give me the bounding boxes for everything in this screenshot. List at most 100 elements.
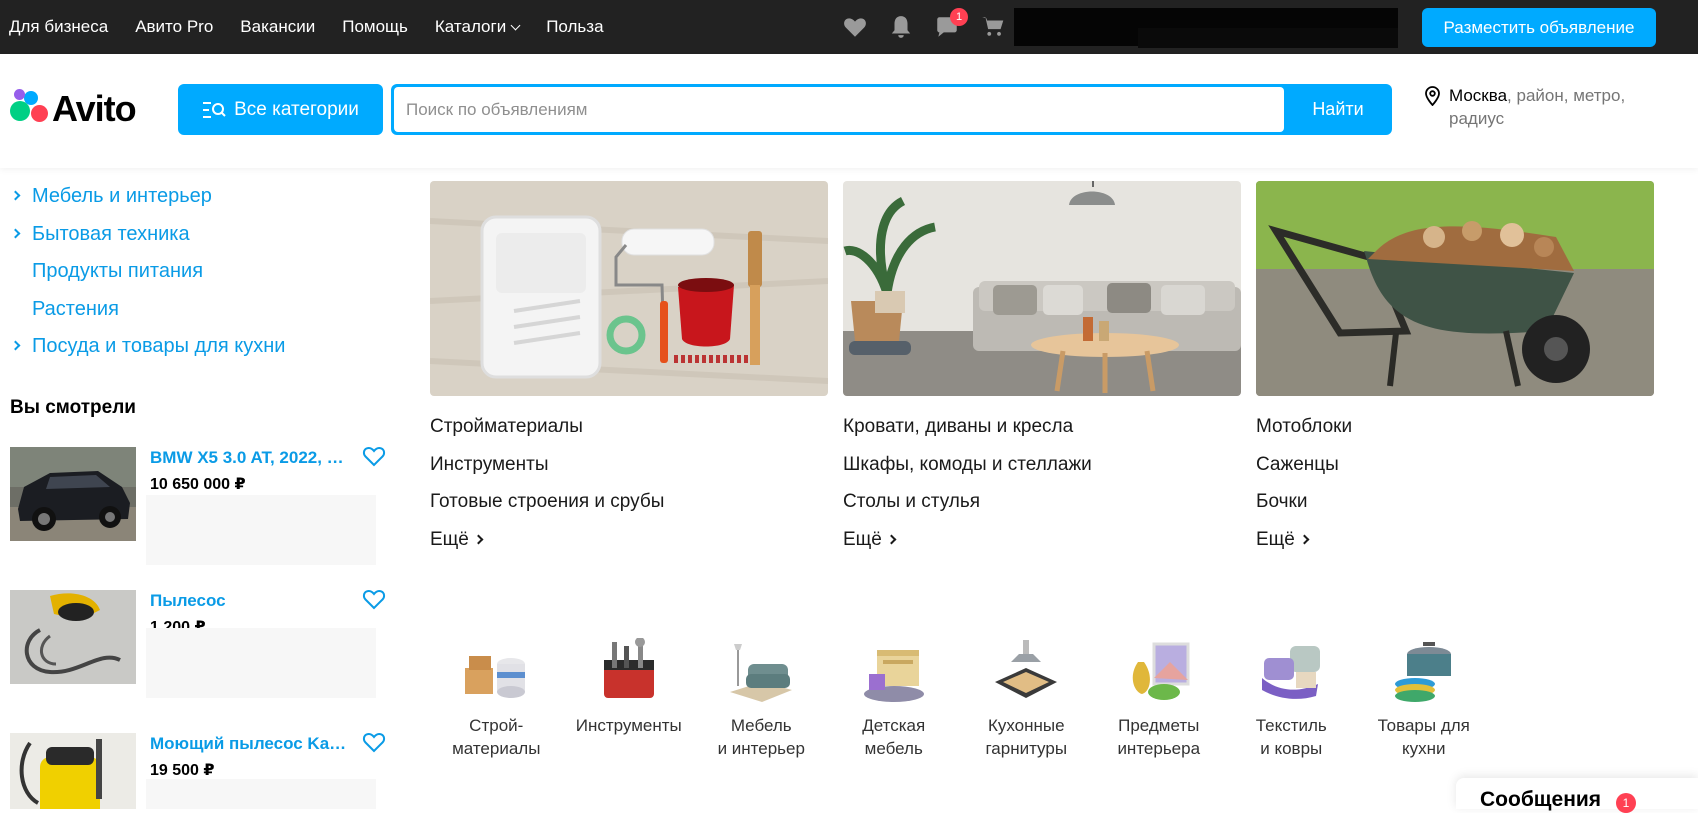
all-categories-button[interactable]: Все категории bbox=[178, 84, 383, 135]
subcategory-link[interactable]: Мотоблоки bbox=[1256, 416, 1654, 454]
furniture-icon bbox=[725, 636, 797, 706]
garden-banner-image[interactable] bbox=[1256, 181, 1654, 396]
topnav-business-link[interactable]: Для бизнеса bbox=[9, 17, 108, 37]
icon-category-kids-furniture[interactable]: Детская мебель bbox=[828, 636, 961, 760]
post-ad-button[interactable]: Разместить объявление bbox=[1422, 8, 1656, 47]
viewed-item[interactable]: Моющий пылесос Ka… 19 500 ₽ bbox=[10, 733, 386, 809]
sidebar-item-kitchenware[interactable]: Посуда и товары для кухни bbox=[10, 328, 285, 366]
furniture-banner-image[interactable] bbox=[843, 181, 1241, 396]
search-button[interactable]: Найти bbox=[1284, 84, 1392, 135]
icon-category-label: Кухонные гарнитуры bbox=[985, 716, 1068, 758]
chevron-right-icon bbox=[10, 228, 21, 239]
sidebar-item-appliances[interactable]: Бытовая техника bbox=[10, 216, 285, 254]
top-nav: Для бизнеса Авито Pro Вакансии Помощь Ка… bbox=[0, 0, 631, 54]
subcategory-link[interactable]: Саженцы bbox=[1256, 454, 1654, 492]
favorite-heart-icon[interactable] bbox=[362, 731, 388, 755]
avito-logo-dots-icon bbox=[10, 89, 50, 129]
messages-count-badge: 1 bbox=[1616, 793, 1636, 813]
location-pin-icon bbox=[1425, 86, 1440, 106]
links-column: Стройматериалы Инструменты Готовые строе… bbox=[430, 416, 828, 551]
topnav-help-link[interactable]: Помощь bbox=[342, 17, 408, 37]
viewed-item[interactable]: Пылесос 1 200 ₽ bbox=[10, 590, 386, 710]
links-column: Кровати, диваны и кресла Шкафы, комоды и… bbox=[843, 416, 1241, 551]
more-link[interactable]: Ещё bbox=[430, 529, 828, 551]
topnav-pro-link[interactable]: Авито Pro bbox=[135, 17, 213, 37]
icon-category-label: Строй- материалы bbox=[452, 716, 541, 758]
cookware-icon bbox=[1388, 636, 1460, 706]
viewed-section-title: Вы смотрели bbox=[10, 397, 136, 418]
icon-category-label: Мебель и интерьер bbox=[717, 716, 805, 758]
more-link[interactable]: Ещё bbox=[843, 529, 1241, 551]
topnav-jobs-link[interactable]: Вакансии bbox=[240, 17, 315, 37]
icon-category-decor[interactable]: Предметы интерьера bbox=[1093, 636, 1226, 760]
topnav-benefit-link[interactable]: Польза bbox=[546, 17, 603, 37]
catalogs-label: Каталоги bbox=[434, 17, 507, 36]
icon-category-tools[interactable]: Инструменты bbox=[563, 636, 696, 760]
icon-category-kitchen[interactable]: Кухонные гарнитуры bbox=[960, 636, 1093, 760]
viewed-item-title[interactable]: Пылесос bbox=[150, 591, 360, 611]
location-selector[interactable]: Москва, район, метро, радиус bbox=[1424, 84, 1654, 130]
more-label: Ещё bbox=[1256, 528, 1295, 550]
icon-category-textile[interactable]: Текстиль и ковры bbox=[1225, 636, 1358, 760]
icon-category-building-materials[interactable]: Строй- материалы bbox=[430, 636, 563, 760]
more-link[interactable]: Ещё bbox=[1256, 529, 1654, 551]
favorite-heart-icon[interactable] bbox=[362, 588, 388, 612]
chevron-right-icon bbox=[886, 534, 897, 545]
icon-category-label: Детская мебель bbox=[862, 716, 926, 758]
subcategory-link[interactable]: Бочки bbox=[1256, 491, 1654, 529]
icon-category-row: Строй- материалы Инструменты Мебель и ин… bbox=[430, 636, 1490, 760]
blurred-placeholder bbox=[146, 495, 376, 565]
sidebar: Мебель и интерьер Бытовая техника Продук… bbox=[0, 168, 400, 809]
kitchen-icon bbox=[990, 636, 1062, 706]
blurred-placeholder bbox=[146, 628, 376, 698]
textile-icon bbox=[1255, 636, 1327, 706]
header: Avito Все категории Найти Москва, район,… bbox=[0, 54, 1698, 168]
chevron-right-icon bbox=[473, 534, 484, 545]
subcategory-link[interactable]: Готовые строения и срубы bbox=[430, 491, 828, 529]
topnav-catalogs-link[interactable]: Каталоги bbox=[434, 17, 521, 37]
favorite-heart-icon[interactable] bbox=[362, 445, 388, 469]
sidebar-item-label: Мебель и интерьер bbox=[32, 185, 212, 208]
sidebar-item-label: Растения bbox=[32, 297, 119, 320]
messages-chat-icon[interactable]: 1 bbox=[932, 8, 968, 42]
icon-category-furniture[interactable]: Мебель и интерьер bbox=[695, 636, 828, 760]
subcategory-link[interactable]: Стройматериалы bbox=[430, 416, 828, 454]
viewed-item-title[interactable]: BMW X5 3.0 AT, 2022, … bbox=[150, 448, 360, 468]
decor-icon bbox=[1123, 636, 1195, 706]
top-bar: Для бизнеса Авито Pro Вакансии Помощь Ка… bbox=[0, 0, 1698, 54]
subcategory-link[interactable]: Кровати, диваны и кресла bbox=[843, 416, 1241, 454]
subcategory-link[interactable]: Шкафы, комоды и стеллажи bbox=[843, 454, 1241, 492]
chevron-right-icon bbox=[10, 340, 21, 351]
sidebar-item-plants[interactable]: Растения bbox=[12, 291, 285, 329]
blurred-placeholder bbox=[146, 779, 376, 809]
kids-furniture-icon bbox=[858, 636, 930, 706]
viewed-item[interactable]: BMW X5 3.0 AT, 2022, … 10 650 000 ₽ bbox=[10, 447, 386, 567]
subcategory-link[interactable]: Столы и стулья bbox=[843, 491, 1241, 529]
favorites-heart-icon[interactable] bbox=[840, 12, 870, 42]
sidebar-item-food[interactable]: Продукты питания bbox=[12, 253, 285, 291]
links-column: Мотоблоки Саженцы Бочки Ещё bbox=[1256, 416, 1654, 551]
sidebar-item-furniture[interactable]: Мебель и интерьер bbox=[10, 178, 285, 216]
wet-vacuum-thumbnail[interactable] bbox=[10, 733, 136, 809]
vacuum-thumbnail[interactable] bbox=[10, 590, 136, 684]
sidebar-item-label: Бытовая техника bbox=[32, 222, 190, 245]
messages-panel-tab[interactable]: Сообщения 1 bbox=[1456, 778, 1698, 813]
icon-category-cookware[interactable]: Товары для кухни bbox=[1358, 636, 1491, 760]
avito-logo[interactable]: Avito bbox=[10, 88, 137, 130]
viewed-item-price: 10 650 000 ₽ bbox=[150, 476, 246, 493]
notification-badge: 1 bbox=[950, 8, 968, 26]
tools-icon bbox=[593, 636, 665, 706]
viewed-item-title[interactable]: Моющий пылесос Ka… bbox=[150, 734, 360, 754]
car-thumbnail[interactable] bbox=[10, 447, 136, 541]
repair-banner-image[interactable] bbox=[430, 181, 828, 396]
subcategory-link[interactable]: Инструменты bbox=[430, 454, 828, 492]
search-input[interactable] bbox=[394, 87, 1284, 132]
cart-icon[interactable] bbox=[978, 12, 1008, 42]
icon-category-label: Текстиль и ковры bbox=[1255, 716, 1327, 758]
chevron-right-icon bbox=[10, 190, 21, 201]
top-icons: 1 bbox=[840, 8, 1024, 42]
sidebar-category-list: Мебель и интерьер Бытовая техника Продук… bbox=[10, 178, 285, 366]
icon-category-label: Товары для кухни bbox=[1377, 716, 1470, 758]
building-materials-icon bbox=[460, 636, 532, 706]
notifications-bell-icon[interactable] bbox=[886, 12, 916, 42]
